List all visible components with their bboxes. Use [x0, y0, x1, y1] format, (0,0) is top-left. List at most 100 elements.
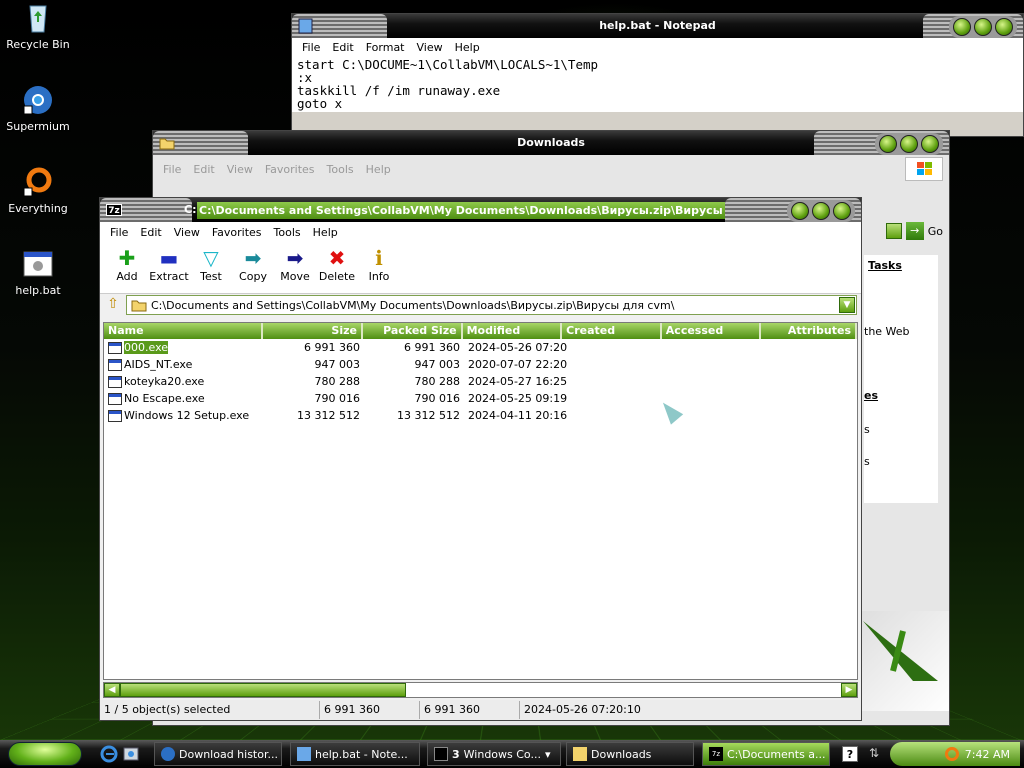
button-label: Test — [200, 270, 222, 283]
copy-button[interactable]: ➡ Copy — [232, 246, 274, 293]
menu-favorites[interactable]: Favorites — [259, 163, 321, 176]
file-packed-size: 790 016 — [414, 392, 461, 405]
menu-edit[interactable]: Edit — [134, 226, 167, 239]
scroll-right-button[interactable]: ▶ — [841, 683, 857, 697]
clock[interactable]: 7:42 AM — [965, 748, 1010, 761]
col-created[interactable]: Created — [562, 323, 662, 339]
menu-file[interactable]: File — [104, 226, 134, 239]
taskbar-item-downloads[interactable]: Downloads — [566, 742, 694, 766]
menu-file[interactable]: File — [157, 163, 187, 176]
minimize-button[interactable] — [879, 135, 897, 153]
exe-file-icon — [108, 342, 122, 354]
close-button[interactable] — [995, 18, 1013, 36]
task-heading[interactable]: es — [864, 389, 878, 402]
menu-edit[interactable]: Edit — [187, 163, 220, 176]
address-input[interactable]: C:\Documents and Settings\CollabVM\My Do… — [126, 295, 857, 315]
maximize-button[interactable] — [974, 18, 992, 36]
table-row[interactable]: 000.exe 6 991 360 6 991 360 2024-05-26 0… — [104, 339, 857, 356]
desktop-icon-everything[interactable]: Everything — [0, 166, 76, 215]
col-name[interactable]: Name — [104, 323, 264, 339]
desktop-icon-label: Supermium — [6, 120, 70, 133]
menu-edit[interactable]: Edit — [326, 41, 359, 54]
taskbar-item-download-history[interactable]: Download histor... — [154, 742, 282, 766]
menu-help[interactable]: Help — [360, 163, 397, 176]
maximize-button[interactable] — [812, 202, 830, 220]
desktop-icon-supermium[interactable]: Supermium — [0, 84, 76, 133]
address-dropdown-button[interactable]: ▼ — [839, 297, 855, 313]
info-button[interactable]: ℹ Info — [358, 246, 400, 293]
folder-icon — [573, 747, 587, 761]
status-bar: 1 / 5 object(s) selected 6 991 360 6 991… — [100, 700, 861, 720]
menu-view[interactable]: View — [168, 226, 206, 239]
tasks-heading[interactable]: Tasks — [864, 255, 938, 276]
browser-icon — [22, 84, 54, 116]
desktop-icon-recycle-bin[interactable]: Recycle Bin — [0, 2, 76, 51]
downloads-titlebar[interactable]: Downloads — [153, 131, 949, 155]
window-title: C:\Documents and Settings\CollabVM\My Do… — [197, 202, 725, 219]
add-button[interactable]: ✚ Add — [106, 246, 148, 293]
col-size[interactable]: Size — [263, 323, 363, 339]
delete-button[interactable]: ✖ Delete — [316, 246, 358, 293]
file-list[interactable]: Name Size Packed Size Modified Created A… — [103, 322, 858, 680]
menu-file[interactable]: File — [296, 41, 326, 54]
7zip-titlebar[interactable]: 7z C: C:\Documents and Settings\CollabVM… — [100, 198, 861, 222]
table-row[interactable]: No Escape.exe 790 016 790 016 2024-05-25… — [104, 390, 857, 407]
test-button[interactable]: ▽ Test — [190, 246, 232, 293]
task-link[interactable]: s — [864, 455, 870, 468]
button-label: Extract — [149, 270, 189, 283]
taskbar: Download histor... help.bat - Note... 3W… — [0, 740, 1024, 768]
extract-button[interactable]: ▬ Extract — [148, 246, 190, 293]
7zip-app-icon: 7z — [709, 747, 723, 761]
notepad-titlebar[interactable]: help.bat - Notepad — [292, 14, 1023, 38]
minimize-button[interactable] — [791, 202, 809, 220]
menu-view[interactable]: View — [221, 163, 259, 176]
menu-tools[interactable]: Tools — [321, 163, 360, 176]
col-accessed[interactable]: Accessed — [662, 323, 762, 339]
task-link[interactable]: the Web — [864, 325, 910, 338]
col-attributes[interactable]: Attributes — [761, 323, 857, 339]
table-row[interactable]: koteyka20.exe 780 288 780 288 2024-05-27… — [104, 373, 857, 390]
minus-icon: ▬ — [159, 246, 179, 270]
go-button[interactable]: → Go — [885, 222, 943, 240]
exe-file-icon — [108, 359, 122, 371]
col-modified[interactable]: Modified — [463, 323, 563, 339]
table-row[interactable]: AIDS_NT.exe 947 003 947 003 2020-07-07 2… — [104, 356, 857, 373]
batch-file-icon — [22, 248, 54, 280]
taskbar-item-notepad[interactable]: help.bat - Note... — [290, 742, 420, 766]
scroll-track[interactable] — [406, 683, 841, 697]
menu-help[interactable]: Help — [307, 226, 344, 239]
up-folder-icon[interactable]: ⇧ — [104, 296, 122, 314]
menu-tools[interactable]: Tools — [268, 226, 307, 239]
close-button[interactable] — [921, 135, 939, 153]
col-packed-size[interactable]: Packed Size — [363, 323, 463, 339]
notepad-text-area[interactable]: start C:\DOCUME~1\CollabVM\LOCALS~1\Temp… — [292, 56, 1023, 112]
menu-favorites[interactable]: Favorites — [206, 226, 268, 239]
task-link[interactable]: s — [864, 423, 870, 436]
menu-format[interactable]: Format — [360, 41, 411, 54]
dropdown-arrow-icon[interactable] — [885, 223, 902, 239]
taskbar-item-7zip[interactable]: 7z C:\Documents a... — [702, 742, 830, 766]
desktop-icon-help-bat[interactable]: help.bat — [0, 248, 76, 297]
window-controls — [949, 16, 1017, 38]
ie-icon[interactable] — [100, 745, 118, 763]
help-tray-icon[interactable]: ? — [842, 746, 858, 762]
everything-tray-icon[interactable] — [944, 747, 959, 761]
start-button[interactable] — [8, 742, 82, 766]
minimize-button[interactable] — [953, 18, 971, 36]
menu-help[interactable]: Help — [449, 41, 486, 54]
7zip-window[interactable]: 7z C: C:\Documents and Settings\CollabVM… — [99, 197, 862, 721]
move-button[interactable]: ➡ Move — [274, 246, 316, 293]
menu-view[interactable]: View — [411, 41, 449, 54]
horizontal-scrollbar[interactable]: ◀ ▶ — [103, 682, 858, 698]
notepad-window[interactable]: help.bat - Notepad File Edit Format View… — [291, 13, 1024, 137]
7zip-toolbar: ✚ Add ▬ Extract ▽ Test ➡ Copy ➡ Move ✖ Delete … — [100, 242, 861, 294]
close-button[interactable] — [833, 202, 851, 220]
table-row[interactable]: Windows 12 Setup.exe 13 312 512 13 312 5… — [104, 407, 857, 424]
scroll-thumb[interactable] — [120, 683, 406, 697]
taskbar-item-command-prompt[interactable]: 3 Windows Co... ▾ — [427, 742, 561, 766]
maximize-button[interactable] — [900, 135, 918, 153]
exe-file-icon — [108, 376, 122, 388]
network-icon[interactable]: ⇅ — [866, 746, 882, 762]
show-desktop-icon[interactable] — [122, 745, 140, 763]
scroll-left-button[interactable]: ◀ — [104, 683, 120, 697]
